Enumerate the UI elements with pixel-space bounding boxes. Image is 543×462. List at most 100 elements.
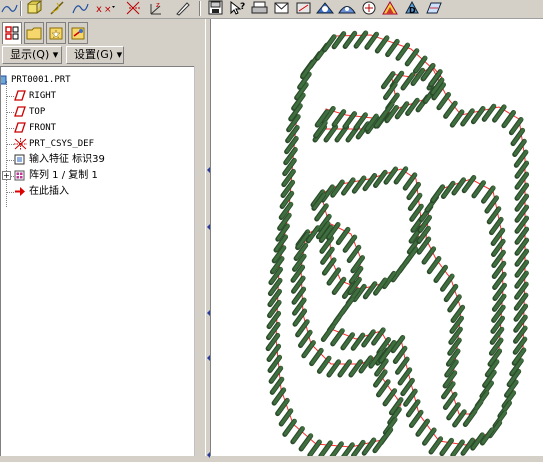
pattern-rod-highlight [300, 433, 313, 450]
csys-icon [14, 138, 28, 150]
pattern-rod-highlight [344, 31, 357, 48]
svg-text:×: × [104, 5, 112, 15]
context-help-icon[interactable]: ? [229, 0, 247, 16]
pattern-rod-highlight [325, 124, 338, 141]
expand-toggle-icon[interactable]: + [2, 171, 11, 180]
collapse-arrow-icon[interactable] [207, 215, 210, 230]
pattern-rod-highlight [280, 408, 293, 425]
pattern-rod-highlight [428, 256, 441, 273]
tree-item-front-plane[interactable]: FRONT [14, 121, 184, 135]
pattern-rod-highlight [355, 30, 368, 48]
collapse-arrow-icon[interactable] [207, 443, 210, 458]
pattern-rod-highlight [410, 410, 424, 427]
pattern-rods [265, 30, 530, 456]
settings-menu-button[interactable]: 设置(G) ▾ [66, 46, 124, 64]
tree-item-label: RIGHT [29, 91, 57, 101]
zoom-in-icon[interactable] [315, 0, 335, 16]
favorites-tab[interactable] [46, 22, 66, 44]
collapse-arrow-icon[interactable] [207, 301, 210, 316]
point-icon[interactable] [124, 0, 142, 16]
save-icon[interactable] [207, 0, 225, 16]
tree-item-label: 阵列 1 / 复制 1 [29, 170, 98, 181]
pattern-rod-highlight [339, 359, 352, 376]
tree-item-right-plane[interactable]: RIGHT [14, 89, 184, 103]
refit-icon[interactable] [360, 0, 378, 16]
pattern-rod-highlight [430, 436, 443, 453]
import-feature-icon [14, 154, 25, 165]
pattern-rod-highlight [441, 274, 455, 291]
pattern-rod-highlight [344, 235, 357, 252]
tree-item-part[interactable]: PRT0001.PRT [1, 73, 191, 87]
svg-text:?: ? [240, 2, 245, 12]
collapse-arrow-icon[interactable] [207, 158, 210, 173]
pattern-rod-highlight [444, 101, 458, 118]
datum-plane-icon [14, 122, 26, 133]
pen-icon[interactable] [174, 0, 192, 16]
main-toolbar: x × z ? D [0, 0, 543, 19]
svg-text:x: x [96, 4, 102, 15]
repaint-icon[interactable] [295, 0, 313, 16]
print-icon[interactable] [251, 0, 269, 16]
pattern-icon [14, 170, 25, 181]
tree-item-import-feature[interactable]: 输入特征 标识39 [14, 153, 184, 167]
pattern-rod-highlight [328, 267, 341, 284]
pattern-rod-highlight [283, 419, 297, 436]
view-manager-icon[interactable]: D [403, 0, 421, 16]
pattern-rod-highlight [384, 388, 397, 405]
collapse-arrow-icon[interactable] [207, 346, 210, 361]
show-menu-button[interactable]: 显示(Q) ▾ [2, 46, 62, 64]
pattern-rod-highlight [377, 379, 391, 396]
pattern-rod-highlight [417, 419, 430, 436]
insert-here-arrow-icon [14, 186, 25, 197]
pattern-rod-highlight [423, 246, 436, 263]
pattern-rod-highlight [422, 63, 435, 80]
pattern-rod-highlight [453, 409, 467, 426]
pattern-rod-highlight [438, 92, 451, 109]
folder-browser-tab[interactable] [24, 22, 44, 44]
pattern-rod-highlight [348, 245, 361, 262]
model-tree-menu-bar: 显示(Q) ▾ 设置(G) ▾ [0, 46, 205, 65]
tree-item-label: TOP [29, 107, 46, 117]
pattern-rod-highlight [310, 348, 324, 365]
axis-icon[interactable]: x × [94, 0, 115, 16]
connections-tab[interactable] [68, 22, 88, 44]
pattern-rod-highlight [435, 265, 448, 282]
orient-icon[interactable] [381, 0, 399, 16]
tree-item-label: 在此插入 [29, 186, 69, 197]
pattern-rod-highlight [302, 340, 316, 357]
tree-item-csys[interactable]: PRT_CSYS_DEF [14, 137, 184, 151]
svg-text:z: z [156, 1, 160, 9]
pattern-rod-highlight [483, 104, 496, 121]
sweep-icon[interactable] [71, 0, 89, 16]
pattern-rod-highlight [333, 31, 346, 48]
model-tree-tab[interactable] [2, 22, 22, 44]
zoom-out-icon[interactable] [338, 0, 356, 16]
email-icon[interactable] [273, 0, 291, 16]
tree-item-label: FRONT [29, 123, 57, 133]
tree-item-insert-here[interactable]: 在此插入 [14, 185, 184, 199]
datum-plane-icon[interactable] [425, 0, 443, 16]
pattern-rod-highlight [406, 48, 419, 65]
model-graphics[interactable] [211, 19, 543, 456]
model-tree-scrollbar[interactable] [194, 66, 205, 456]
pattern-rod-highlight [503, 110, 516, 127]
tree-item-top-plane[interactable]: TOP [14, 105, 184, 119]
pattern-rod-highlight [482, 185, 496, 203]
datum-plane-icon [14, 90, 26, 101]
graphics-window[interactable] [211, 19, 543, 456]
pattern-rod-highlight [463, 175, 476, 192]
pattern-rod-highlight [276, 398, 290, 415]
coord-sys-icon[interactable]: z [147, 0, 165, 16]
pattern-rod-highlight [328, 359, 341, 376]
tree-item-label: PRT0001.PRT [11, 75, 71, 85]
model-tree-panel: 显示(Q) ▾ 设置(G) ▾ PRT0001.PRT RIGHT TOP FR… [0, 19, 205, 456]
extrude-icon[interactable] [25, 0, 43, 16]
part-icon [1, 74, 8, 85]
tree-item-pattern[interactable]: + 阵列 1 / 复制 1 [2, 169, 184, 183]
pattern-rod-highlight [423, 427, 437, 445]
tree-item-label: 输入特征 标识39 [29, 154, 105, 165]
pattern-rod-highlight [404, 172, 417, 189]
revolve-icon[interactable] [48, 0, 66, 16]
svg-text:D: D [409, 6, 416, 15]
sketch-icon[interactable] [0, 0, 18, 16]
